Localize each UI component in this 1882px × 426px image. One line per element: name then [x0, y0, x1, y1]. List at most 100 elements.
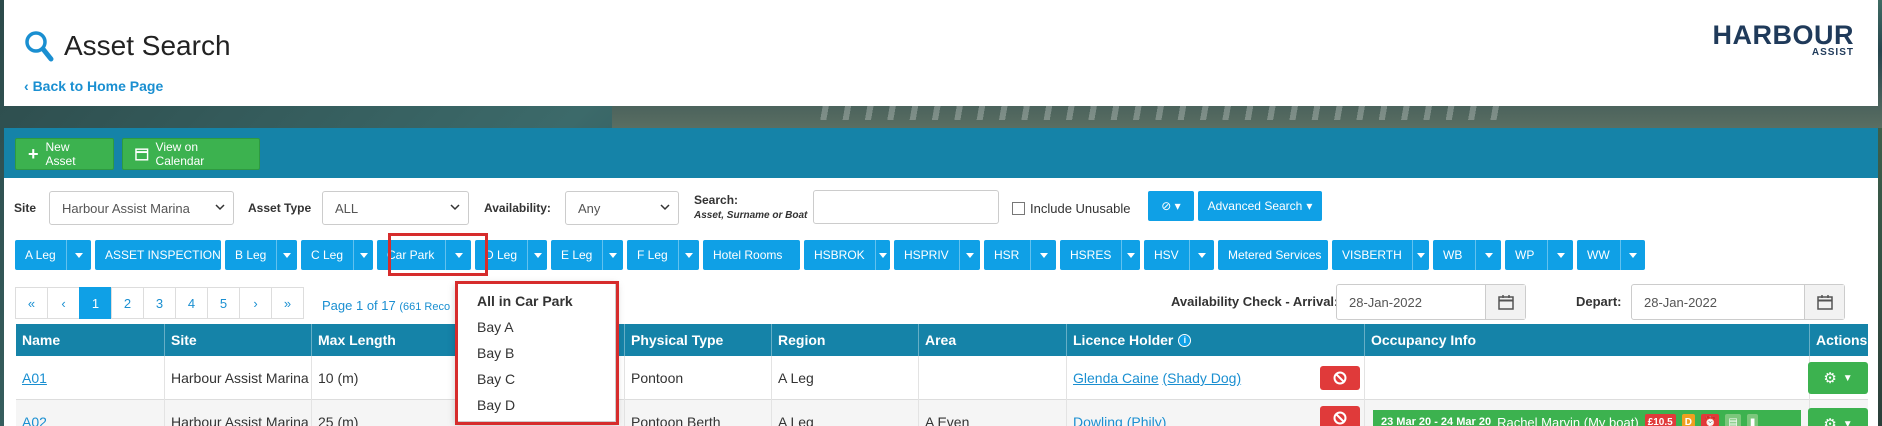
caret-down-icon[interactable]: [1619, 240, 1645, 270]
availability-select[interactable]: Any: [565, 191, 679, 225]
site-select[interactable]: Harbour Assist Marina: [49, 191, 234, 225]
holder-link[interactable]: Dowling: [1073, 414, 1123, 426]
col-physical-type[interactable]: Physical Type: [625, 324, 772, 356]
include-unusable-checkbox[interactable]: [1012, 202, 1025, 215]
caret-down-icon[interactable]: [353, 240, 373, 270]
filter-button-e-leg[interactable]: E Leg: [551, 240, 623, 270]
caret-down-icon[interactable]: [874, 240, 890, 270]
occupancy-bar[interactable]: 23 Mar 20 - 24 Mar 20 Rachel Marvin (My …: [1373, 410, 1801, 426]
search-hint: Asset, Surname or Boat: [694, 210, 808, 221]
page-button[interactable]: 4: [175, 287, 208, 319]
boat-link[interactable]: (Phily): [1127, 414, 1167, 426]
actions-button[interactable]: ⚙ ▼: [1808, 408, 1868, 426]
caret-down-icon[interactable]: [65, 240, 91, 270]
page-button[interactable]: 2: [111, 287, 144, 319]
boat-link[interactable]: (Shady Dog): [1163, 370, 1242, 386]
chevron-down-icon: [660, 204, 670, 211]
actions-button[interactable]: ⚙ ▼: [1808, 362, 1868, 394]
col-max-length[interactable]: Max Length: [312, 324, 459, 356]
col-region[interactable]: Region: [772, 324, 919, 356]
col-occupancy-info[interactable]: Occupancy Info: [1365, 324, 1810, 356]
filter-clear-icon: ⊘ ▾: [1161, 199, 1181, 213]
page-title: Asset Search: [64, 30, 231, 61]
filter-button-wp[interactable]: WP: [1505, 240, 1573, 270]
page-button[interactable]: 1: [79, 287, 112, 319]
new-asset-button[interactable]: + New Asset: [15, 138, 114, 170]
search-input[interactable]: [813, 190, 999, 224]
arrival-date-input[interactable]: 28-Jan-2022: [1336, 284, 1526, 320]
caret-down-icon[interactable]: [602, 240, 623, 270]
filter-button-label: VISBERTH: [1342, 248, 1402, 262]
asset-type-label: Asset Type: [248, 201, 312, 215]
filter-button-metered-services[interactable]: Metered Services: [1218, 240, 1328, 270]
page-next-button[interactable]: ›: [239, 287, 272, 319]
cell-site: Harbour Assist Marina: [165, 400, 312, 426]
caret-down-icon[interactable]: [958, 240, 980, 270]
back-to-home-link[interactable]: ‹ Back to Home Page: [24, 78, 163, 94]
cell-actions: ⚙ ▼: [1808, 400, 1868, 426]
filter-button-hspriv[interactable]: HSPRIV: [894, 240, 980, 270]
caret-down-icon[interactable]: [1121, 240, 1140, 270]
filter-button-asset-inspections[interactable]: ASSET INSPECTIONS: [95, 240, 229, 270]
filter-button-f-leg[interactable]: F Leg: [627, 240, 699, 270]
col-site[interactable]: Site: [165, 324, 312, 356]
depart-date-value: 28-Jan-2022: [1644, 294, 1717, 310]
pagination: « ‹ 1 2 3 4 5 › »: [15, 287, 304, 319]
view-calendar-button[interactable]: View on Calendar: [122, 138, 260, 170]
clear-filter-button[interactable]: ⊘ ▾: [1148, 191, 1194, 221]
caret-down-icon[interactable]: [276, 240, 297, 270]
page-info: Page 1 of 17 (661 Reco: [322, 298, 450, 313]
page-last-button[interactable]: »: [271, 287, 304, 319]
block-button[interactable]: [1320, 366, 1360, 390]
toolbar-band: [4, 128, 1878, 178]
calendar-icon[interactable]: [1804, 285, 1844, 319]
gear-icon: ⚙: [1823, 416, 1837, 426]
caret-down-icon[interactable]: [1030, 240, 1056, 270]
page-prev-button[interactable]: ‹: [47, 287, 80, 319]
page-first-button[interactable]: «: [15, 287, 48, 319]
filter-button-label: HSPRIV: [904, 248, 949, 262]
cell-name[interactable]: A01: [16, 356, 165, 400]
col-licence-holder[interactable]: Licence Holder i: [1067, 324, 1365, 356]
calendar-icon[interactable]: [1485, 285, 1525, 319]
caret-down-icon[interactable]: [1475, 240, 1501, 270]
filter-button-ww[interactable]: WW: [1577, 240, 1645, 270]
occupancy-dates: 23 Mar 20 - 24 Mar 20: [1381, 416, 1492, 426]
caret-down-icon[interactable]: [1547, 240, 1573, 270]
filter-button-b-leg[interactable]: B Leg: [225, 240, 297, 270]
page-button[interactable]: 5: [207, 287, 240, 319]
caret-down-icon[interactable]: [1188, 240, 1214, 270]
dropdown-highlight: [455, 281, 619, 425]
filter-button-visberth[interactable]: VISBERTH: [1332, 240, 1429, 270]
filter-button-hsres[interactable]: HSRES: [1060, 240, 1140, 270]
filter-button-hsv[interactable]: HSV: [1144, 240, 1214, 270]
chevron-down-icon: [450, 204, 460, 211]
filter-button-hotel-rooms[interactable]: Hotel Rooms: [703, 240, 800, 270]
filter-button-label: WB: [1443, 248, 1463, 262]
asset-link[interactable]: A02: [22, 414, 47, 426]
filter-button-label: HSV: [1154, 248, 1179, 262]
filter-button-wb[interactable]: WB: [1433, 240, 1501, 270]
include-unusable-control[interactable]: Include Unusable: [1012, 201, 1130, 216]
filter-button-label: E Leg: [561, 248, 593, 262]
filter-button-a-leg[interactable]: A Leg: [15, 240, 91, 270]
col-area[interactable]: Area: [919, 324, 1067, 356]
filter-button-label: WP: [1515, 248, 1535, 262]
cell-name[interactable]: A02: [16, 400, 165, 426]
depart-date-input[interactable]: 28-Jan-2022: [1631, 284, 1845, 320]
filter-button-label: F Leg: [637, 248, 668, 262]
asset-link[interactable]: A01: [22, 370, 47, 386]
asset-type-select[interactable]: ALL: [322, 191, 469, 225]
caret-down-icon[interactable]: [1411, 240, 1429, 270]
block-button[interactable]: [1320, 406, 1360, 426]
page-button[interactable]: 3: [143, 287, 176, 319]
info-icon[interactable]: i: [1178, 333, 1192, 347]
col-name[interactable]: Name: [16, 324, 165, 356]
caret-down-icon[interactable]: [677, 240, 699, 270]
filter-button-c-leg[interactable]: C Leg: [301, 240, 373, 270]
caret-down-icon[interactable]: [527, 240, 547, 270]
filter-button-hsr[interactable]: HSR: [984, 240, 1056, 270]
advanced-search-button[interactable]: Advanced Search ▾: [1198, 191, 1322, 221]
filter-button-hsbrok[interactable]: HSBROK: [804, 240, 890, 270]
holder-link[interactable]: Glenda Caine: [1073, 370, 1159, 386]
